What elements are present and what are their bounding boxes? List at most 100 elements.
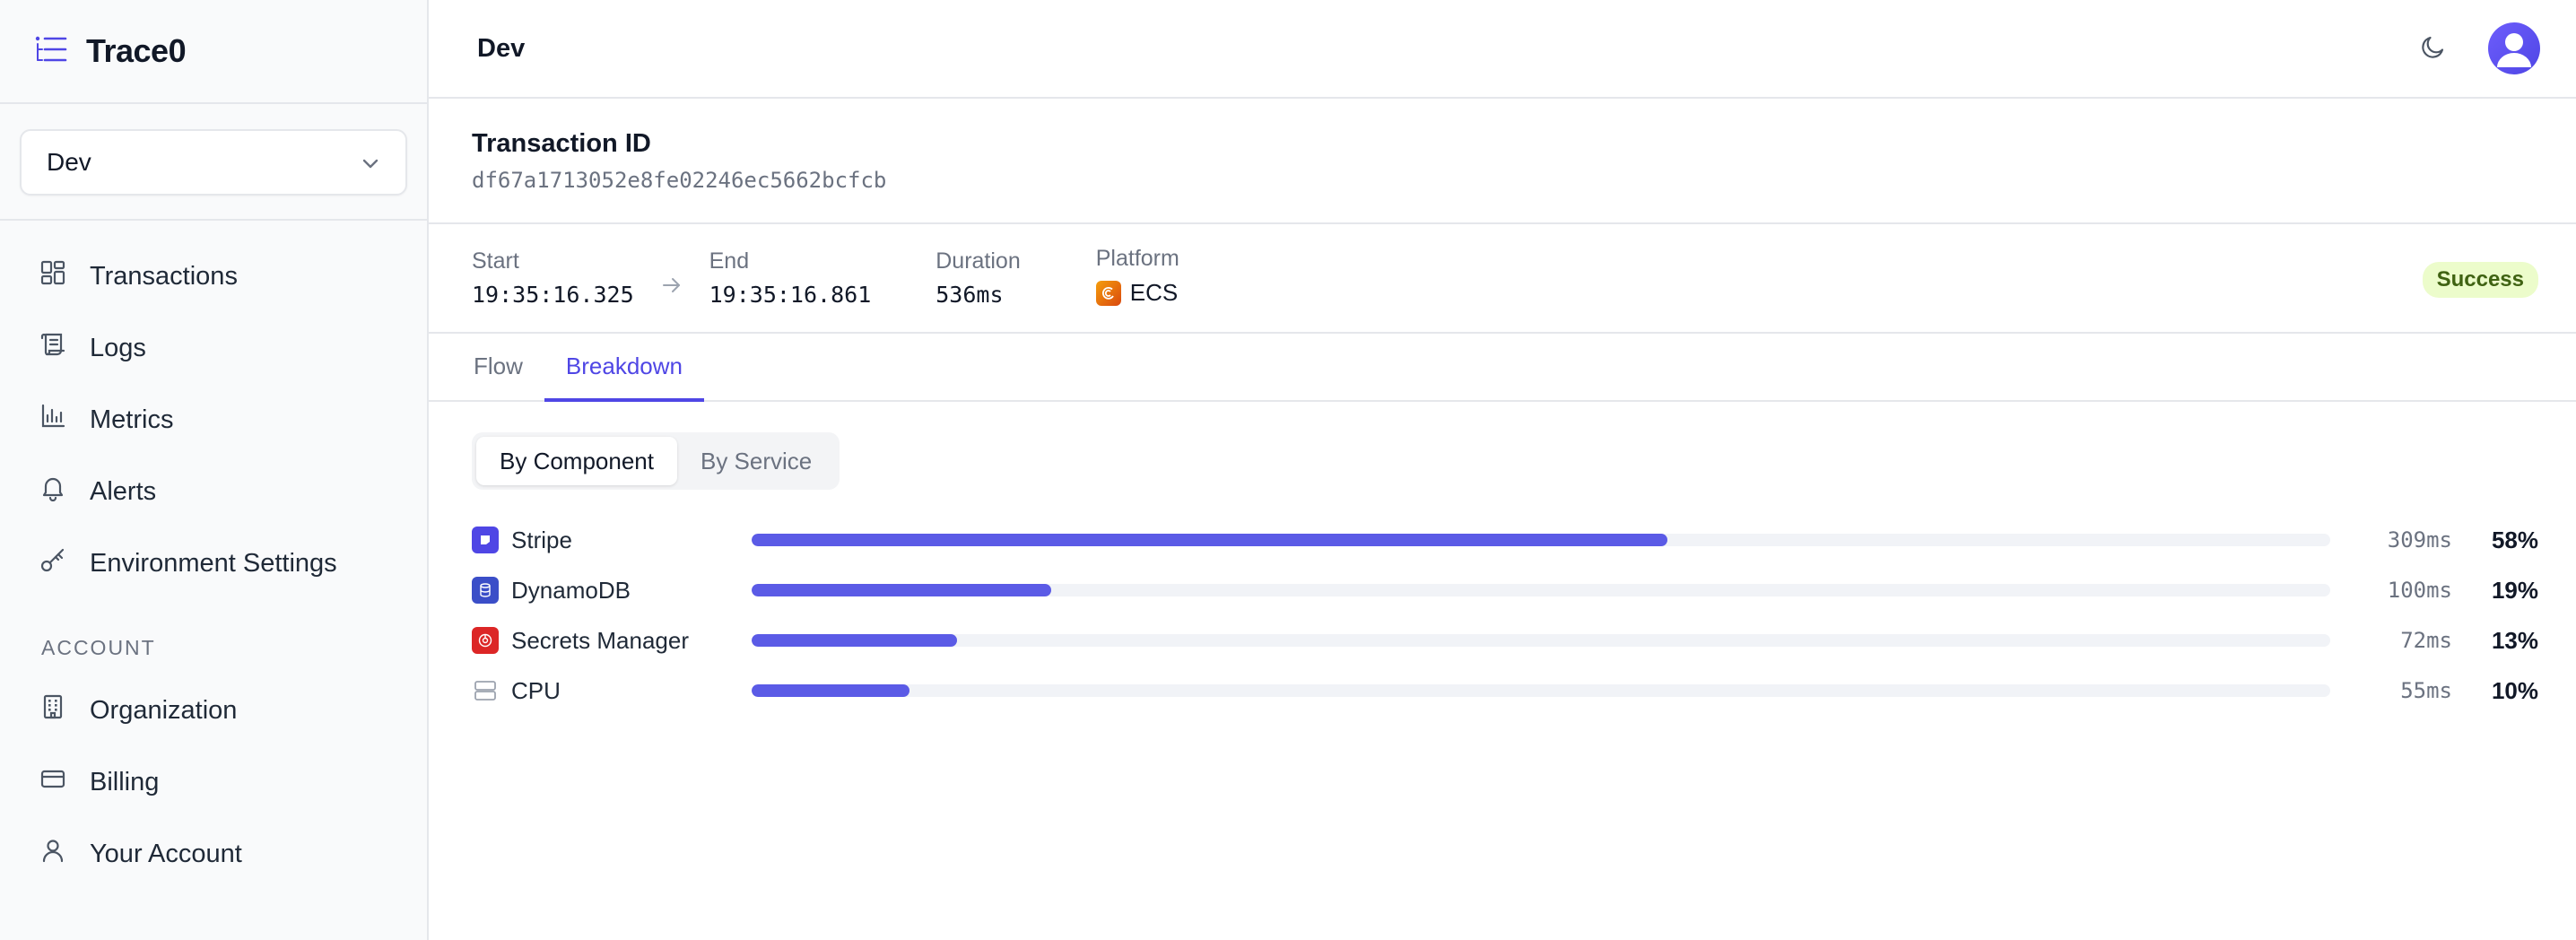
duration-bar-track <box>752 684 2330 697</box>
sidebar-item-metrics[interactable]: Metrics <box>0 384 427 456</box>
component-duration: 55ms <box>2400 678 2452 703</box>
bell-icon <box>39 474 66 509</box>
breakdown-row-cpu[interactable]: CPU 55ms 10% <box>472 666 2538 716</box>
moon-icon[interactable] <box>2418 31 2449 66</box>
start-label: Start <box>472 248 519 274</box>
sidebar-item-billing[interactable]: Billing <box>0 746 427 818</box>
transaction-meta: Start 19:35:16.325 End 19:35:16.861 Dura… <box>429 224 2576 334</box>
sidebar: Trace0 Dev Transactions Logs Metrics Ale… <box>0 0 429 940</box>
breakdown-panel: By Component By Service Stripe 309ms 58%… <box>429 402 2576 716</box>
duration-label: Duration <box>936 248 1021 274</box>
platform-value: ECS <box>1095 279 1179 307</box>
sidebar-item-logs[interactable]: Logs <box>0 312 427 384</box>
sidebar-item-alerts[interactable]: Alerts <box>0 456 427 527</box>
transaction-header: Transaction ID df67a1713052e8fe02246ec56… <box>429 99 2576 224</box>
ecs-icon <box>1095 280 1121 306</box>
breakdown-toggle: By Component By Service <box>472 432 840 490</box>
top-bar: Dev <box>429 0 2576 99</box>
component-percent: 13% <box>2491 626 2538 654</box>
sidebar-nav: Transactions Logs Metrics Alerts Environ… <box>0 221 427 890</box>
account-section-label: ACCOUNT <box>41 635 156 659</box>
component-cell: Secrets Manager <box>472 627 752 655</box>
logo-icon <box>34 35 68 68</box>
sidebar-item-your-account[interactable]: Your Account <box>0 818 427 890</box>
component-percent: 19% <box>2491 576 2538 604</box>
component-name: Stripe <box>511 526 572 553</box>
duration-bar-fill <box>752 684 909 697</box>
breakdown-row-stripe[interactable]: Stripe 309ms 58% <box>472 515 2538 565</box>
sidebar-item-label: Logs <box>90 333 146 362</box>
component-duration: 100ms <box>2387 578 2452 603</box>
breakdown-row-dynamodb[interactable]: DynamoDB 100ms 19% <box>472 565 2538 615</box>
sidebar-item-label: Billing <box>90 767 160 796</box>
component-percent: 10% <box>2491 676 2538 704</box>
component-cell: DynamoDB <box>472 577 752 605</box>
duration-field: Duration 536ms <box>936 248 1021 308</box>
by-service-button[interactable]: By Service <box>677 437 835 485</box>
component-duration: 72ms <box>2400 628 2452 653</box>
environment-select-value: Dev <box>47 148 91 176</box>
duration-value: 536ms <box>936 282 1004 308</box>
chevron-down-icon <box>361 148 380 177</box>
stripe-icon <box>472 527 499 553</box>
building-icon <box>39 693 66 727</box>
sidebar-item-label: Environment Settings <box>90 548 337 578</box>
sidebar-item-label: Your Account <box>90 839 242 868</box>
page-title: Dev <box>477 33 526 63</box>
platform-label: Platform <box>1095 246 1179 271</box>
environment-select[interactable]: Dev <box>20 129 407 196</box>
component-cell: Stripe <box>472 527 752 554</box>
secrets-manager-icon <box>472 627 499 654</box>
sidebar-item-transactions[interactable]: Transactions <box>0 240 427 312</box>
dynamodb-icon <box>472 577 499 604</box>
duration-bar-fill <box>752 584 1052 596</box>
duration-bar-fill <box>752 534 1667 546</box>
transaction-id-value: df67a1713052e8fe02246ec5662bcfcb <box>472 168 887 193</box>
component-percent: 58% <box>2491 526 2538 553</box>
platform-field: Platform ECS <box>1095 246 1179 307</box>
end-label: End <box>709 248 750 274</box>
credit-card-icon <box>39 765 66 799</box>
sidebar-item-label: Transactions <box>90 261 238 291</box>
duration-bar-track <box>752 534 2330 546</box>
transaction-id-label: Transaction ID <box>472 129 651 158</box>
breakdown-row-secrets-manager[interactable]: Secrets Manager 72ms 13% <box>472 615 2538 666</box>
brand-name: Trace0 <box>86 32 187 69</box>
grid-icon <box>39 259 66 293</box>
sidebar-item-label: Metrics <box>90 405 174 434</box>
tab-breakdown[interactable]: Breakdown <box>544 334 704 402</box>
breakdown-list: Stripe 309ms 58% DynamoDB 100ms 19% Secr… <box>472 515 2538 716</box>
tab-flow[interactable]: Flow <box>452 334 544 402</box>
key-icon <box>39 546 66 580</box>
main-content: Dev Transaction ID df67a1713052e8fe02246… <box>429 0 2576 940</box>
platform-name: ECS <box>1129 279 1179 306</box>
user-icon <box>39 837 66 871</box>
server-icon <box>472 677 499 704</box>
duration-bar-track <box>752 634 2330 647</box>
brand[interactable]: Trace0 <box>0 0 427 104</box>
component-name: CPU <box>511 676 561 704</box>
component-duration: 309ms <box>2387 527 2452 553</box>
bar-chart-icon <box>39 403 66 437</box>
component-name: DynamoDB <box>511 576 631 604</box>
arrow-right-icon <box>661 276 683 299</box>
scroll-icon <box>39 331 66 365</box>
top-bar-actions <box>2418 22 2540 74</box>
avatar[interactable] <box>2488 22 2540 74</box>
sidebar-item-label: Organization <box>90 695 238 725</box>
app-root: Trace0 Dev Transactions Logs Metrics Ale… <box>0 0 2576 940</box>
start-value: 19:35:16.325 <box>472 282 634 308</box>
detail-tabs: Flow Breakdown <box>429 334 2576 402</box>
component-name: Secrets Manager <box>511 626 689 654</box>
by-component-button[interactable]: By Component <box>476 437 677 485</box>
end-field: End 19:35:16.861 <box>709 248 872 308</box>
end-value: 19:35:16.861 <box>709 282 872 308</box>
sidebar-item-environment-settings[interactable]: Environment Settings <box>0 527 427 599</box>
environment-selector-wrap: Dev <box>0 104 427 221</box>
start-field: Start 19:35:16.325 <box>472 248 634 308</box>
component-cell: CPU <box>472 677 752 705</box>
status-badge: Success <box>2422 262 2538 298</box>
sidebar-item-organization[interactable]: Organization <box>0 675 427 746</box>
sidebar-item-label: Alerts <box>90 476 157 506</box>
duration-bar-track <box>752 584 2330 596</box>
